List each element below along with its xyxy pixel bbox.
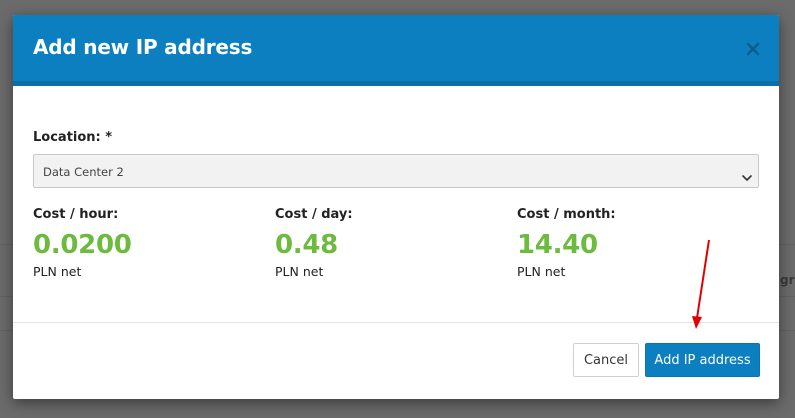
cost-day-value: 0.48 <box>275 230 338 260</box>
modal-body: Location: * Data Center 2 Cost / hour: 0… <box>13 86 779 322</box>
cancel-button[interactable]: Cancel <box>573 343 639 377</box>
location-selected-value: Data Center 2 <box>43 165 124 179</box>
close-icon[interactable] <box>745 41 761 57</box>
chevron-down-icon <box>742 167 752 181</box>
cost-hour: Cost / hour: 0.0200 PLN net <box>33 207 233 279</box>
background-text-fragment: gr <box>780 273 795 287</box>
cost-month: Cost / month: 14.40 PLN net <box>517 207 717 279</box>
location-select[interactable]: Data Center 2 <box>33 154 759 188</box>
add-ip-address-button[interactable]: Add IP address <box>645 343 760 377</box>
cost-month-label: Cost / month: <box>517 207 616 222</box>
cost-month-unit: PLN net <box>517 264 566 279</box>
cost-month-value: 14.40 <box>517 230 598 260</box>
cost-day-label: Cost / day: <box>275 207 353 222</box>
location-label: Location: * <box>33 130 113 145</box>
cost-day: Cost / day: 0.48 PLN net <box>275 207 475 279</box>
cost-hour-unit: PLN net <box>33 264 82 279</box>
modal-footer: Cancel Add IP address <box>13 322 779 399</box>
modal-header: Add new IP address <box>13 15 779 81</box>
cost-day-unit: PLN net <box>275 264 324 279</box>
cost-hour-label: Cost / hour: <box>33 207 119 222</box>
cost-hour-value: 0.0200 <box>33 230 132 260</box>
modal-title: Add new IP address <box>33 35 253 59</box>
add-ip-modal: Add new IP address Location: * Data Cent… <box>13 15 779 399</box>
